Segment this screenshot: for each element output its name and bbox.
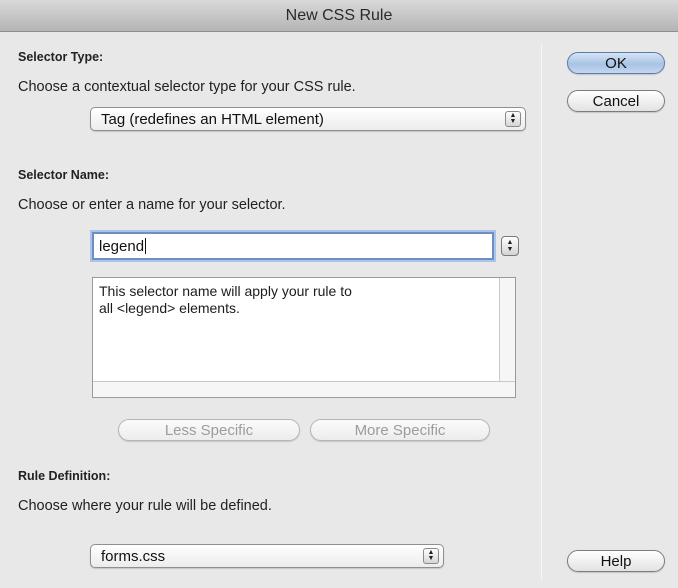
vertical-divider [541, 44, 542, 580]
rule-definition-select[interactable]: forms.css ▲ ▼ [90, 544, 444, 568]
selector-info-line-1: This selector name will apply your rule … [99, 283, 352, 299]
selector-type-select[interactable]: Tag (redefines an HTML element) ▲ ▼ [90, 107, 526, 131]
selector-description-box: This selector name will apply your rule … [92, 277, 516, 398]
up-down-arrows-icon: ▲ ▼ [505, 111, 521, 127]
rule-definition-heading: Rule Definition: [18, 469, 111, 483]
up-down-arrows-icon: ▲ ▼ [423, 548, 439, 564]
window-title: New CSS Rule [285, 6, 393, 24]
rule-definition-description: Choose where your rule will be defined. [18, 498, 272, 514]
selector-name-input[interactable]: legend [92, 232, 494, 260]
selector-name-value: legend [99, 238, 145, 255]
selector-name-heading: Selector Name: [18, 168, 110, 182]
selector-type-description: Choose a contextual selector type for yo… [18, 79, 356, 95]
selector-name-description: Choose or enter a name for your selector… [18, 197, 286, 213]
selector-type-value: Tag (redefines an HTML element) [101, 110, 324, 128]
more-specific-button[interactable]: More Specific [310, 419, 490, 441]
selector-info-line-2: all <legend> elements. [99, 300, 240, 316]
rule-definition-value: forms.css [101, 547, 166, 565]
cancel-button[interactable]: Cancel [567, 90, 665, 112]
new-css-rule-dialog: Selector Type: Choose a contextual selec… [0, 32, 678, 588]
text-caret [145, 238, 147, 254]
vertical-scrollbar[interactable] [499, 278, 515, 381]
horizontal-scrollbar[interactable] [93, 381, 515, 397]
less-specific-button[interactable]: Less Specific [118, 419, 300, 441]
stepper-arrows-icon[interactable]: ▲ ▼ [501, 236, 519, 256]
window-titlebar: New CSS Rule [0, 0, 678, 32]
help-button[interactable]: Help [567, 550, 665, 572]
ok-button[interactable]: OK [567, 52, 665, 74]
selector-type-heading: Selector Type: [18, 50, 104, 64]
